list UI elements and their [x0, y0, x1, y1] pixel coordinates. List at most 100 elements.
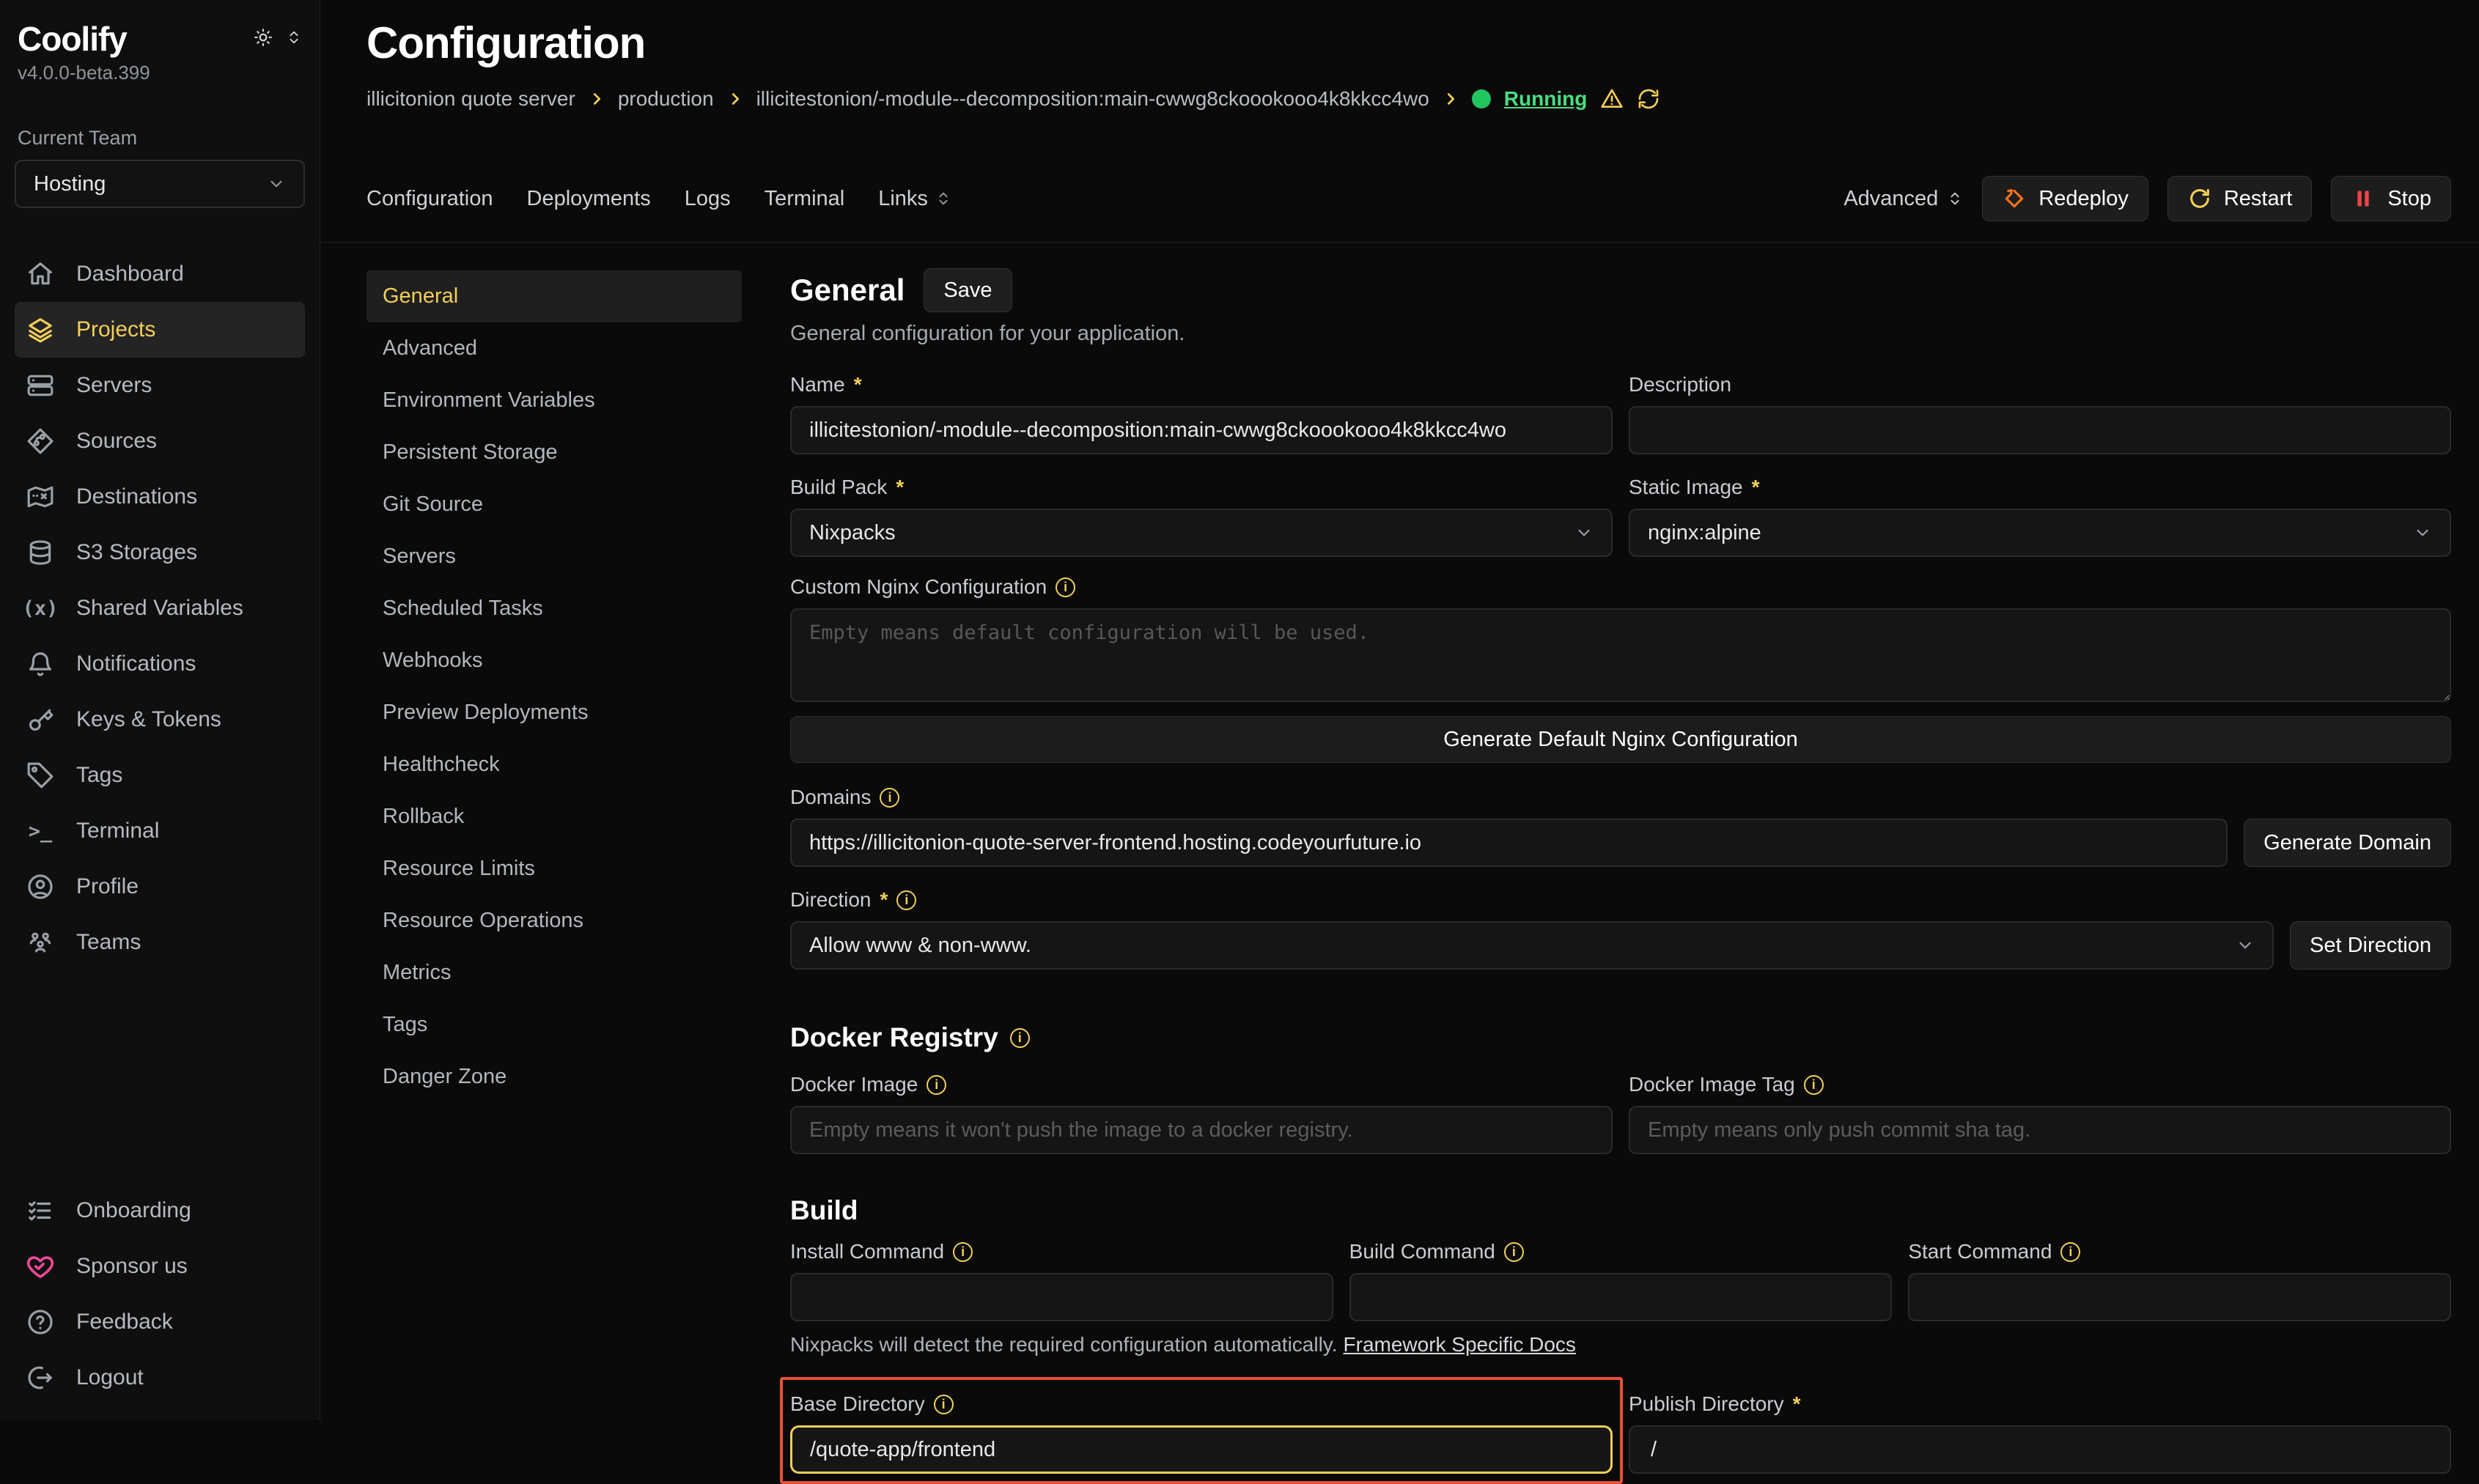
docker-image-tag-label: Docker Image Tag	[1629, 1073, 1795, 1096]
domains-input[interactable]	[790, 819, 2228, 867]
sidebar-item-sources[interactable]: Sources	[15, 413, 305, 469]
build-pack-select[interactable]: Nixpacks	[790, 509, 1613, 557]
name-input[interactable]	[790, 406, 1613, 454]
build-command-label: Build Command	[1349, 1240, 1495, 1263]
breadcrumb-environment[interactable]: production	[618, 87, 714, 111]
redeploy-button[interactable]: Redeploy	[1982, 176, 2148, 221]
save-button[interactable]: Save	[924, 268, 1012, 312]
static-image-field-group: Static Image nginx:alpine	[1629, 475, 2451, 557]
database-icon	[25, 537, 56, 568]
install-command-input[interactable]	[790, 1273, 1333, 1321]
sidebar-item-sponsor-us[interactable]: Sponsor us	[15, 1238, 305, 1294]
subnav-label: General	[383, 284, 458, 309]
subnav-label: Rollback	[383, 805, 464, 829]
required-asterisk	[1793, 1392, 1801, 1416]
static-image-select[interactable]: nginx:alpine	[1629, 509, 2451, 557]
team-select[interactable]: Hosting	[15, 160, 305, 208]
subnav-item-scheduled-tasks[interactable]: Scheduled Tasks	[366, 583, 742, 635]
subnav-item-danger-zone[interactable]: Danger Zone	[366, 1051, 742, 1103]
subnav-label: Servers	[383, 544, 456, 569]
start-command-input[interactable]	[1908, 1273, 2451, 1321]
subnav-item-healthcheck[interactable]: Healthcheck	[366, 739, 742, 791]
set-direction-button[interactable]: Set Direction	[2290, 921, 2451, 970]
generate-domain-button[interactable]: Generate Domain	[2244, 819, 2451, 867]
theme-updown-icon[interactable]	[286, 29, 302, 45]
publish-directory-label: Publish Directory	[1629, 1392, 1784, 1416]
sidebar-item-profile[interactable]: Profile	[15, 859, 305, 915]
sidebar-item-destinations[interactable]: Destinations	[15, 469, 305, 525]
build-pack-value: Nixpacks	[809, 521, 896, 545]
description-input[interactable]	[1629, 406, 2451, 454]
subnav-item-general[interactable]: General	[366, 270, 742, 322]
page-header: Configuration illicitonion quote server …	[320, 0, 2479, 111]
subnav-label: Preview Deployments	[383, 701, 588, 725]
base-directory-input[interactable]	[790, 1425, 1613, 1474]
build-command-input[interactable]	[1349, 1273, 1893, 1321]
domains-field-group: Domains Generate Domain	[790, 785, 2451, 867]
subnav-item-advanced[interactable]: Advanced	[366, 322, 742, 374]
sidebar-item-s3-storages[interactable]: S3 Storages	[15, 525, 305, 580]
tab-terminal[interactable]: Terminal	[765, 187, 845, 211]
custom-nginx-label: Custom Nginx Configuration	[790, 575, 1047, 599]
stop-button[interactable]: Stop	[2331, 176, 2451, 221]
refresh-icon[interactable]	[1637, 87, 1660, 111]
theme-sun-icon[interactable]	[254, 28, 273, 47]
map-icon	[25, 481, 56, 512]
subnav-item-resource-limits[interactable]: Resource Limits	[366, 843, 742, 895]
subnav-label: Advanced	[383, 336, 477, 361]
tab-label: Terminal	[765, 187, 845, 211]
sidebar-item-notifications[interactable]: Notifications	[15, 636, 305, 692]
breadcrumb-project[interactable]: illicitonion quote server	[366, 87, 575, 111]
tab-links[interactable]: Links	[878, 187, 951, 211]
warning-icon[interactable]	[1600, 87, 1624, 111]
tab-logs[interactable]: Logs	[685, 187, 731, 211]
subnav-item-git-source[interactable]: Git Source	[366, 479, 742, 531]
framework-docs-link[interactable]: Framework Specific Docs	[1344, 1333, 1576, 1356]
direction-select[interactable]: Allow www & non-www.	[790, 921, 2274, 970]
subnav-item-webhooks[interactable]: Webhooks	[366, 635, 742, 687]
status-running-link[interactable]: Running	[1504, 87, 1588, 111]
user-circle-icon	[25, 871, 56, 902]
sidebar-item-shared-variables[interactable]: Shared Variables	[15, 580, 305, 636]
sidebar-item-dashboard[interactable]: Dashboard	[15, 246, 305, 302]
subnav-item-servers[interactable]: Servers	[366, 531, 742, 583]
subnav-item-preview-deployments[interactable]: Preview Deployments	[366, 687, 742, 739]
breadcrumb-application[interactable]: illicitestonion/-module--decomposition:m…	[756, 87, 1429, 111]
subnav-item-environment-variables[interactable]: Environment Variables	[366, 374, 742, 427]
sidebar-item-servers[interactable]: Servers	[15, 358, 305, 413]
sidebar-item-logout[interactable]: Logout	[15, 1350, 305, 1406]
subnav-item-tags[interactable]: Tags	[366, 999, 742, 1051]
sidebar-item-keys-tokens[interactable]: Keys & Tokens	[15, 692, 305, 747]
main-area: Configuration illicitonion quote server …	[320, 0, 2479, 1420]
tab-configuration[interactable]: Configuration	[366, 187, 493, 211]
server-icon	[25, 370, 56, 401]
breadcrumb: illicitonion quote server production ill…	[366, 86, 2451, 111]
info-icon	[880, 788, 899, 808]
sidebar-item-terminal[interactable]: Terminal	[15, 803, 305, 859]
restart-button[interactable]: Restart	[2167, 176, 2312, 221]
sidebar-item-tags[interactable]: Tags	[15, 747, 305, 803]
sidebar-item-teams[interactable]: Teams	[15, 915, 305, 970]
subnav-item-rollback[interactable]: Rollback	[366, 791, 742, 843]
tab-deployments[interactable]: Deployments	[527, 187, 651, 211]
docker-image-tag-input[interactable]	[1629, 1106, 2451, 1154]
subnav-item-metrics[interactable]: Metrics	[366, 947, 742, 999]
sidebar-item-projects[interactable]: Projects	[15, 302, 305, 358]
sidebar-item-onboarding[interactable]: Onboarding	[15, 1183, 305, 1238]
subnav-label: Environment Variables	[383, 388, 595, 413]
stop-label: Stop	[2387, 187, 2431, 211]
advanced-dropdown[interactable]: Advanced	[1843, 187, 1963, 211]
sidebar-item-label: Shared Variables	[76, 596, 243, 621]
sidebar-item-feedback[interactable]: Feedback	[15, 1294, 305, 1350]
tab-label: Logs	[685, 187, 731, 211]
subnav-item-resource-operations[interactable]: Resource Operations	[366, 895, 742, 947]
docker-image-input[interactable]	[790, 1106, 1613, 1154]
status-dot	[1472, 89, 1491, 108]
custom-nginx-textarea[interactable]	[790, 608, 2451, 702]
info-icon	[896, 890, 916, 910]
subnav-item-persistent-storage[interactable]: Persistent Storage	[366, 427, 742, 479]
app-version: v4.0.0-beta.399	[15, 62, 305, 84]
required-asterisk	[880, 888, 888, 912]
publish-directory-input[interactable]	[1629, 1425, 2451, 1474]
generate-nginx-config-button[interactable]: Generate Default Nginx Configuration	[790, 716, 2451, 763]
